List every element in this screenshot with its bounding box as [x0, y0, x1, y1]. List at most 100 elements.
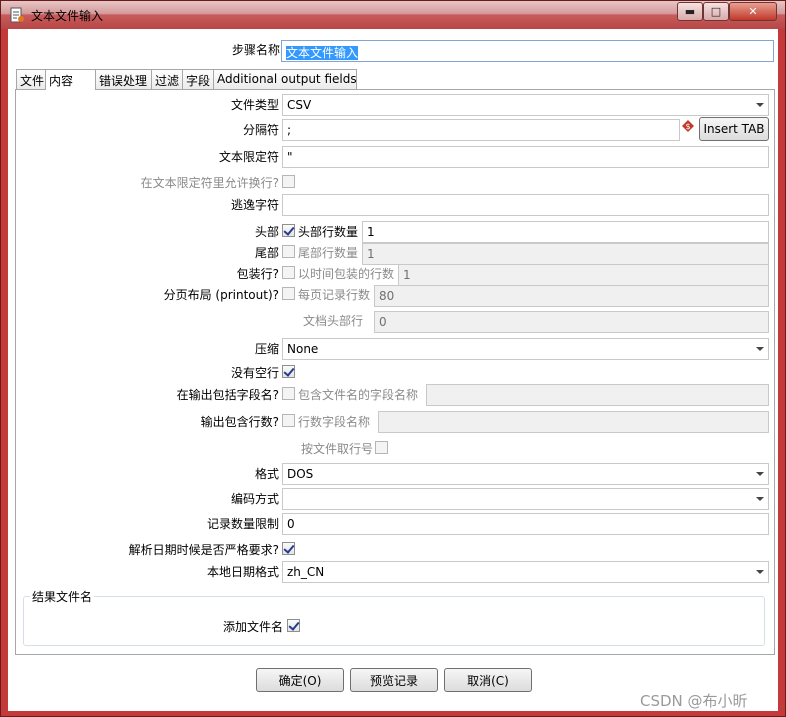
footer-rows-label: 尾部行数量 — [298, 246, 359, 260]
locale-select[interactable]: zh_CN — [282, 561, 769, 583]
close-button[interactable]: ✕ — [729, 2, 777, 21]
separator-input[interactable]: ; — [282, 119, 680, 141]
paged-checkbox[interactable] — [282, 287, 295, 300]
minimize-icon: ▬ — [684, 5, 696, 18]
escape-label: 逃逸字符 — [230, 198, 279, 212]
rownum-by-file-label: 按文件取行号 — [300, 442, 373, 456]
rownum-by-file-checkbox[interactable] — [375, 441, 388, 454]
header-rows-value: 1 — [367, 225, 375, 239]
format-select[interactable]: DOS — [282, 463, 769, 485]
maximize-icon: □ — [710, 5, 722, 18]
chevron-down-icon — [756, 472, 764, 476]
compression-value: None — [287, 342, 319, 356]
no-empty-lines-checkbox[interactable] — [282, 365, 295, 378]
footer-rows-input[interactable]: 1 — [362, 243, 769, 265]
step-name-value: 文本文件输入 — [286, 46, 359, 60]
header-checkbox[interactable] — [282, 224, 295, 237]
insert-tab-button[interactable]: Insert TAB — [699, 117, 769, 141]
locale-value: zh_CN — [287, 565, 325, 579]
enclosure-input[interactable]: " — [282, 146, 769, 168]
dialog-client: 步骤名称 文本文件输入 文件 内容 错误处理 过滤 字段 Additional … — [8, 29, 778, 711]
chevron-down-icon — [756, 570, 764, 574]
chevron-down-icon — [756, 347, 764, 351]
compression-label: 压缩 — [254, 342, 279, 356]
maximize-button[interactable]: □ — [703, 2, 729, 21]
cancel-button-label: 取消(C) — [467, 673, 509, 688]
dialog-window: 文本文件输入 ▬ □ ✕ 步骤名称 文本文件输入 文件 内容 错误处理 过滤 字… — [0, 0, 786, 717]
ok-button[interactable]: 确定(O) — [256, 668, 344, 692]
chevron-down-icon — [756, 103, 764, 107]
chevron-down-icon — [756, 497, 764, 501]
tab-fields[interactable]: 字段 — [182, 69, 214, 89]
tab-content-label: 内容 — [49, 74, 74, 88]
window-title: 文本文件输入 — [31, 9, 104, 23]
add-filename-checkbox[interactable] — [287, 619, 300, 632]
svg-text:$: $ — [685, 122, 690, 131]
include-rownum-label: 输出包含行数? — [200, 415, 279, 429]
lines-per-page-label: 每页记录行数 — [298, 288, 371, 302]
tab-error-handling[interactable]: 错误处理 — [95, 69, 152, 89]
escape-input[interactable] — [282, 194, 769, 216]
doc-header-value: 0 — [379, 315, 387, 329]
wrapped-rows-value: 1 — [403, 268, 411, 282]
doc-header-input[interactable]: 0 — [374, 311, 769, 333]
cancel-button[interactable]: 取消(C) — [444, 668, 532, 692]
tab-filter[interactable]: 过滤 — [151, 69, 183, 89]
lines-per-page-value: 80 — [379, 289, 395, 303]
paged-label: 分页布局 (printout)? — [163, 288, 279, 302]
enclosure-label: 文本限定符 — [218, 150, 279, 164]
row-limit-input[interactable]: 0 — [282, 513, 769, 535]
include-rownum-checkbox[interactable] — [282, 414, 295, 427]
add-filename-label: 添加文件名 — [222, 620, 283, 634]
footer-checkbox[interactable] — [282, 245, 295, 258]
text-file-icon — [10, 7, 24, 23]
rownum-field-label: 行数字段名称 — [298, 415, 371, 429]
lenient-date-checkbox[interactable] — [282, 542, 295, 555]
tab-error-handling-label: 错误处理 — [99, 74, 148, 88]
filename-field-label: 包含文件名的字段名称 — [298, 388, 419, 402]
filename-field-input[interactable] — [426, 384, 769, 406]
step-name-input[interactable]: 文本文件输入 — [281, 40, 774, 62]
encoding-select[interactable] — [282, 488, 769, 510]
preview-button-label: 预览记录 — [369, 673, 418, 688]
wrapped-rows-label: 以时间包装的行数 — [298, 267, 395, 281]
result-filename-group — [23, 596, 765, 646]
locale-label: 本地日期格式 — [206, 565, 279, 579]
insert-tab-label: Insert TAB — [703, 122, 765, 136]
tab-content[interactable]: 内容 — [45, 69, 96, 90]
include-filename-checkbox[interactable] — [282, 387, 295, 400]
header-rows-label: 头部行数量 — [298, 225, 359, 239]
wrapped-checkbox[interactable] — [282, 266, 295, 279]
format-label: 格式 — [254, 467, 279, 481]
step-name-label: 步骤名称 — [231, 43, 280, 57]
enclosure-value: " — [287, 150, 293, 164]
close-icon: ✕ — [748, 5, 758, 18]
doc-header-label: 文档头部行 — [302, 314, 363, 328]
header-label: 头部 — [254, 225, 279, 239]
tab-additional-output-fields[interactable]: Additional output fields — [213, 69, 357, 89]
wrapped-label: 包装行? — [236, 267, 279, 281]
allow-breaks-checkbox[interactable] — [282, 175, 295, 188]
rownum-field-input[interactable] — [378, 411, 769, 433]
file-type-select[interactable]: CSV — [282, 94, 769, 116]
file-type-label: 文件类型 — [230, 98, 279, 112]
separator-value: ; — [287, 123, 292, 137]
row-limit-value: 0 — [287, 517, 295, 531]
wrapped-rows-input[interactable]: 1 — [398, 264, 769, 286]
header-rows-input[interactable]: 1 — [362, 221, 769, 243]
footer-rows-value: 1 — [367, 247, 375, 261]
tab-file[interactable]: 文件 — [16, 69, 46, 89]
format-value: DOS — [287, 467, 314, 481]
lines-per-page-input[interactable]: 80 — [374, 285, 769, 307]
no-empty-lines-label: 没有空行 — [230, 366, 279, 380]
minimize-button[interactable]: ▬ — [677, 2, 703, 21]
tab-fields-label: 字段 — [186, 74, 211, 88]
content-tab-panel: 文件类型 CSV 分隔符 ; $ Insert TAB 文本限定符 " 在文本限… — [15, 89, 775, 655]
include-filename-label: 在输出包括字段名? — [176, 388, 279, 402]
tab-additional-output-fields-label: Additional output fields — [217, 72, 357, 86]
title-bar: 文本文件输入 ▬ □ ✕ — [1, 1, 785, 29]
preview-button[interactable]: 预览记录 — [350, 668, 438, 692]
file-type-value: CSV — [287, 98, 312, 112]
allow-breaks-label: 在文本限定符里允许换行? — [140, 176, 279, 190]
compression-select[interactable]: None — [282, 338, 769, 360]
